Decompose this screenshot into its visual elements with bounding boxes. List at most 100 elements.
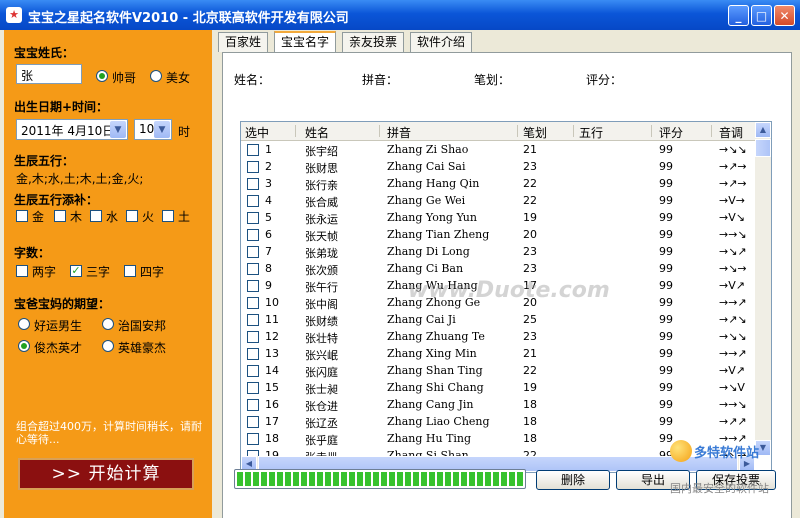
table-row[interactable]: 3 张行亲 Zhang Hang Qin 22 99 →↗→ bbox=[241, 175, 755, 192]
row-strokes: 19 bbox=[523, 211, 537, 224]
row-select-checkbox[interactable] bbox=[247, 297, 259, 309]
start-calc-button[interactable]: >> 开始计算 bbox=[18, 458, 194, 490]
row-select-checkbox[interactable] bbox=[247, 416, 259, 428]
birth-date-picker[interactable]: 2011年 4月10日 ▼ bbox=[16, 119, 128, 140]
row-strokes: 23 bbox=[523, 160, 537, 173]
row-name: 张午行 bbox=[305, 281, 338, 294]
col-tone[interactable]: 音调 bbox=[719, 124, 743, 141]
col-strokes[interactable]: 笔划 bbox=[523, 124, 547, 141]
close-button[interactable]: ✕ bbox=[774, 5, 795, 26]
table-row[interactable]: 13 张兴岷 Zhang Xing Min 21 99 →→↗ bbox=[241, 345, 755, 362]
gender-boy-radio[interactable] bbox=[96, 70, 108, 82]
hope-govern-radio[interactable] bbox=[102, 318, 114, 330]
table-row[interactable]: 14 张闪庭 Zhang Shan Ting 22 99 →V↗ bbox=[241, 362, 755, 379]
row-name: 张乎庭 bbox=[305, 434, 338, 447]
table-row[interactable]: 6 张天帧 Zhang Tian Zheng 20 99 →→↘ bbox=[241, 226, 755, 243]
row-strokes: 18 bbox=[523, 398, 537, 411]
hope-talent-radio[interactable] bbox=[18, 340, 30, 352]
row-select-checkbox[interactable] bbox=[247, 365, 259, 377]
logo-name: 多特软件站 bbox=[694, 446, 760, 461]
row-name: 张次颁 bbox=[305, 264, 338, 277]
col-select[interactable]: 选中 bbox=[245, 124, 269, 141]
delete-button[interactable]: 删除 bbox=[536, 470, 610, 490]
table-row[interactable]: 15 张士昶 Zhang Shi Chang 19 99 →↘V bbox=[241, 379, 755, 396]
table-row[interactable]: 1 张宇绍 Zhang Zi Shao 21 99 →↘↘ bbox=[241, 141, 755, 158]
element-earth-checkbox[interactable] bbox=[162, 210, 174, 222]
col-wuxing[interactable]: 五行 bbox=[579, 124, 603, 141]
chevron-down-icon[interactable]: ▼ bbox=[110, 121, 126, 138]
tab-surnames[interactable]: 百家姓 bbox=[218, 32, 269, 52]
birth-hour-select[interactable]: 10 ▼ bbox=[134, 119, 172, 140]
row-select-checkbox[interactable] bbox=[247, 399, 259, 411]
row-select-checkbox[interactable] bbox=[247, 178, 259, 190]
row-select-checkbox[interactable] bbox=[247, 382, 259, 394]
count-three-checkbox[interactable]: ✓ bbox=[70, 265, 82, 277]
row-strokes: 22 bbox=[523, 194, 537, 207]
col-divider bbox=[379, 125, 380, 137]
minimize-button[interactable]: _ bbox=[728, 5, 749, 26]
tab-friend-vote[interactable]: 亲友投票 bbox=[342, 32, 405, 52]
row-strokes: 22 bbox=[523, 364, 537, 377]
table-row[interactable]: 4 张合威 Zhang Ge Wei 22 99 →V→ bbox=[241, 192, 755, 209]
row-score: 99 bbox=[659, 279, 673, 292]
element-water-label: 水 bbox=[106, 210, 119, 224]
col-pinyin[interactable]: 拼音 bbox=[387, 124, 411, 141]
row-tone: →↘↘ bbox=[719, 143, 747, 156]
element-water-checkbox[interactable] bbox=[90, 210, 102, 222]
hope-luck-radio[interactable] bbox=[18, 318, 30, 330]
row-select-checkbox[interactable] bbox=[247, 263, 259, 275]
count-four-label: 四字 bbox=[140, 265, 165, 279]
vertical-scrollbar[interactable]: ▲ ▼ bbox=[755, 122, 771, 456]
row-select-checkbox[interactable] bbox=[247, 314, 259, 326]
count-two-checkbox[interactable] bbox=[16, 265, 28, 277]
table-header: 选中 姓名 拼音 笔划 五行 评分 音调 bbox=[241, 122, 755, 141]
col-score[interactable]: 评分 bbox=[659, 124, 683, 141]
row-select-checkbox[interactable] bbox=[247, 280, 259, 292]
row-select-checkbox[interactable] bbox=[247, 331, 259, 343]
hope-hero-radio[interactable] bbox=[102, 340, 114, 352]
row-select-checkbox[interactable] bbox=[247, 348, 259, 360]
row-tone: →V↗ bbox=[719, 279, 745, 292]
title-bar[interactable]: ★ 宝宝之星起名软件V2010 - 北京联高软件开发有限公司 _ □ ✕ bbox=[0, 0, 800, 30]
vertical-scroll-thumb[interactable] bbox=[755, 139, 771, 157]
col-name[interactable]: 姓名 bbox=[305, 124, 329, 141]
row-select-checkbox[interactable] bbox=[247, 195, 259, 207]
table-row[interactable]: 2 张财思 Zhang Cai Sai 23 99 →↗→ bbox=[241, 158, 755, 175]
row-select-checkbox[interactable] bbox=[247, 433, 259, 445]
scroll-up-icon[interactable]: ▲ bbox=[755, 122, 771, 138]
table-row[interactable]: 5 张永运 Zhang Yong Yun 19 99 →V↘ bbox=[241, 209, 755, 226]
col-divider bbox=[573, 125, 574, 137]
row-select-checkbox[interactable] bbox=[247, 212, 259, 224]
row-tone: →→↘ bbox=[719, 228, 747, 241]
element-wood-checkbox[interactable] bbox=[54, 210, 66, 222]
table-row[interactable]: 8 张次颁 Zhang Ci Ban 23 99 →↘→ bbox=[241, 260, 755, 277]
count-four-checkbox[interactable] bbox=[124, 265, 136, 277]
row-tone: →V↘ bbox=[719, 211, 745, 224]
table-row[interactable]: 11 张财绩 Zhang Cai Ji 25 99 →↗↘ bbox=[241, 311, 755, 328]
row-score: 99 bbox=[659, 143, 673, 156]
row-select-checkbox[interactable] bbox=[247, 144, 259, 156]
element-fire-checkbox[interactable] bbox=[126, 210, 138, 222]
gender-girl-radio[interactable] bbox=[150, 70, 162, 82]
element-metal-checkbox[interactable] bbox=[16, 210, 28, 222]
tab-baby-names[interactable]: 宝宝名字 bbox=[274, 31, 337, 53]
row-select-checkbox[interactable] bbox=[247, 161, 259, 173]
row-strokes: 23 bbox=[523, 245, 537, 258]
table-row[interactable]: 12 张壮特 Zhang Zhuang Te 23 99 →↘↘ bbox=[241, 328, 755, 345]
table-row[interactable]: 17 张辽丞 Zhang Liao Cheng 18 99 →↗↗ bbox=[241, 413, 755, 430]
maximize-button[interactable]: □ bbox=[751, 5, 772, 26]
row-strokes: 18 bbox=[523, 432, 537, 445]
surname-input[interactable]: 张 bbox=[16, 64, 82, 84]
tab-about[interactable]: 软件介绍 bbox=[410, 32, 473, 52]
table-row[interactable]: 16 张仓进 Zhang Cang Jin 18 99 →→↘ bbox=[241, 396, 755, 413]
row-select-checkbox[interactable] bbox=[247, 229, 259, 241]
row-select-checkbox[interactable] bbox=[247, 246, 259, 258]
filter-score-label: 评分： bbox=[586, 73, 623, 87]
row-tone: →↘V bbox=[719, 381, 745, 394]
row-number: 7 bbox=[265, 245, 272, 258]
table-row[interactable]: 7 张弟珑 Zhang Di Long 23 99 →↘↗ bbox=[241, 243, 755, 260]
row-score: 99 bbox=[659, 177, 673, 190]
col-divider bbox=[517, 125, 518, 137]
wuxing-value: 金,木;水,土;木,土;金,火; bbox=[16, 172, 144, 186]
chevron-down-icon[interactable]: ▼ bbox=[154, 121, 170, 138]
